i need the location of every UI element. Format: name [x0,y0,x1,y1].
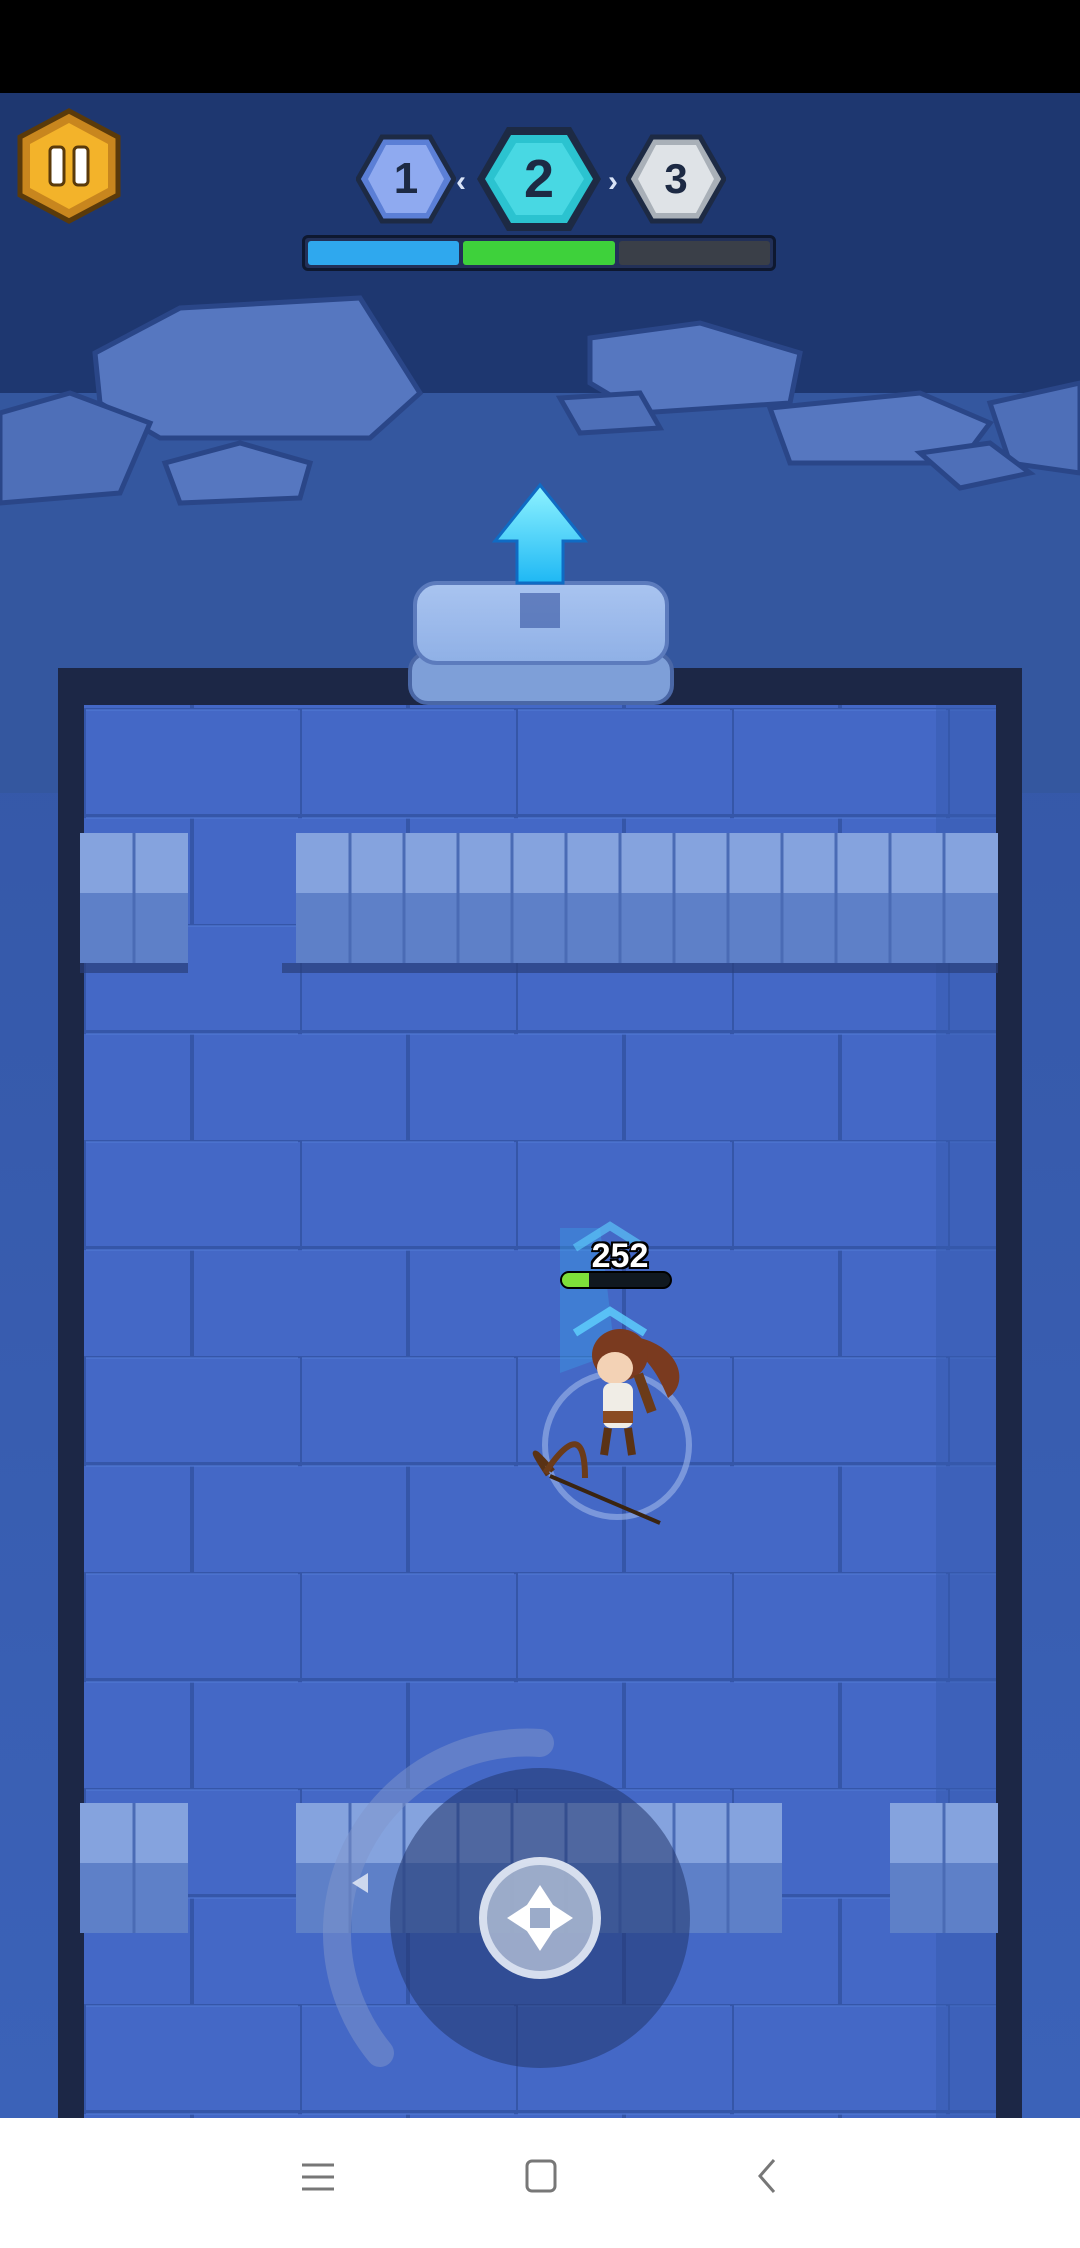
arena-scene [0,93,1080,2118]
player-hp-fill [562,1273,589,1287]
back-chevron-icon[interactable] [754,2156,780,2196]
game-viewport: 1 ‹ 2 › 3 252 [0,93,1080,2118]
stage-1-badge: 1 [356,133,456,225]
progress-segment-2 [463,241,615,265]
status-bar [0,0,1080,93]
square-icon[interactable] [524,2158,558,2194]
stage-2-badge: 2 [474,123,604,235]
player-hp-bar [560,1271,672,1289]
stage-3-badge: 3 [626,133,726,225]
chevron-right-icon: › [608,165,618,198]
progress-segment-1 [308,241,460,265]
navigation-bar [0,2118,1080,2248]
menu-icon[interactable] [300,2160,336,2194]
stage-progress-bar [302,235,776,271]
pause-button[interactable] [14,107,124,225]
chevron-left-icon: ‹ [456,165,466,198]
progress-segment-3 [618,241,770,265]
pause-icon [17,108,121,224]
